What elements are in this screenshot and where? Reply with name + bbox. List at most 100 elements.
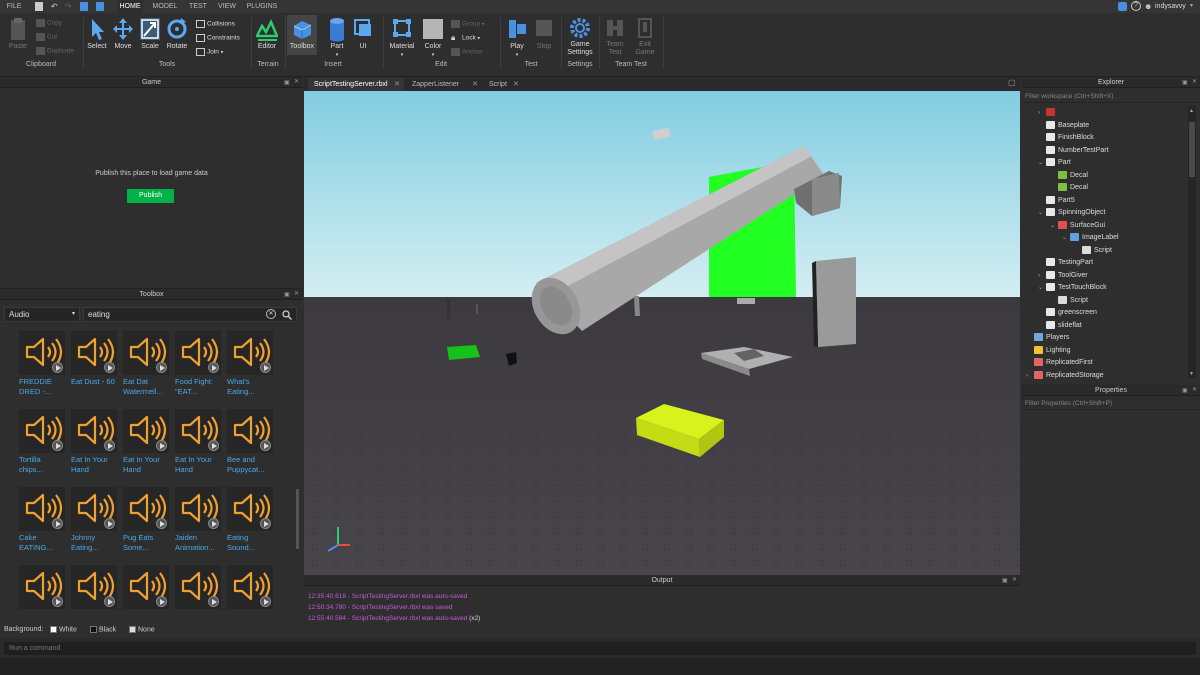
explorer-tree-item[interactable]: › ToolGiver (1038, 270, 1088, 282)
asset-name[interactable]: Bee and Puppycat... (227, 455, 277, 475)
username[interactable]: indysavvy (1155, 0, 1186, 13)
audio-asset-item[interactable]: What's Eating... (226, 331, 276, 407)
lock-button[interactable]: 🔒︎ Lock ▾ (451, 34, 480, 43)
explorer-tree-item[interactable]: Lighting (1026, 345, 1071, 357)
explorer-tree-item[interactable]: TestingPart (1038, 257, 1093, 269)
undo-icon[interactable]: ↶ (51, 2, 59, 11)
audio-asset-item[interactable] (70, 565, 120, 615)
close-icon[interactable]: ✕ (294, 78, 299, 85)
color-button[interactable]: Color ▾ (421, 16, 445, 59)
expand-arrow-icon[interactable]: ⌄ (1038, 207, 1046, 219)
preview-play-icon[interactable] (156, 362, 167, 373)
publish-button[interactable]: Publish (127, 189, 174, 203)
tab-home[interactable]: HOME (117, 0, 143, 13)
asset-name[interactable]: Eat Dat Watermell... (123, 377, 173, 397)
asset-name[interactable]: Jaiden Animation... (175, 533, 225, 553)
help-icon[interactable]: ? (1131, 1, 1141, 11)
constraints-toggle[interactable]: Constraints (196, 34, 240, 43)
redo-icon[interactable]: ↷ (65, 2, 73, 11)
expand-arrow-icon[interactable]: ⌄ (1038, 282, 1046, 294)
background-black-option[interactable]: Black (90, 626, 116, 633)
close-tab-icon[interactable]: ✕ (472, 78, 478, 91)
scroll-down-icon[interactable]: ▼ (1189, 371, 1194, 377)
expand-arrow-icon[interactable]: ⌄ (1050, 220, 1058, 232)
audio-asset-item[interactable] (18, 565, 68, 615)
audio-asset-item[interactable]: Eating Sound... (226, 487, 276, 563)
audio-asset-item[interactable]: Jaiden Animation... (174, 487, 224, 563)
explorer-tree-item[interactable]: NumberTestPart (1038, 145, 1109, 157)
collisions-toggle[interactable]: Collisions (196, 20, 235, 29)
ui-button[interactable]: UI (352, 16, 374, 51)
explorer-tree-item[interactable]: FinishBlock (1038, 132, 1094, 144)
tab-zapperlistener[interactable]: ZapperListener ✕ (406, 78, 482, 91)
material-button[interactable]: Material ▾ (388, 16, 416, 59)
team-test-button[interactable]: Team Test (602, 16, 628, 57)
menu-file[interactable]: FILE (4, 0, 24, 13)
distant-pole[interactable] (476, 304, 478, 314)
asset-name[interactable]: Food Fight: "EAT... (175, 377, 225, 397)
paste-button[interactable]: Paste (5, 16, 31, 51)
preview-play-icon[interactable] (104, 440, 115, 451)
audio-asset-item[interactable] (226, 565, 276, 615)
explorer-filter-input[interactable]: Filter workspace (Ctrl+Shift+X) (1022, 91, 1200, 103)
expand-arrow-icon[interactable]: › (1038, 270, 1046, 282)
close-icon[interactable]: ✕ (294, 290, 299, 297)
move-tool-button[interactable]: Move (111, 16, 135, 51)
audio-asset-item[interactable]: Johnny Eating... (70, 487, 120, 563)
expand-arrow-icon[interactable]: ⌄ (1038, 157, 1046, 169)
cut-button[interactable]: Cut (36, 33, 57, 42)
tab-test[interactable]: TEST (187, 0, 209, 13)
maximize-icon[interactable]: ▢ (1008, 78, 1016, 87)
search-input[interactable]: eating ✕ (83, 307, 297, 322)
audio-asset-item[interactable]: Pug Eats Some... (122, 487, 172, 563)
explorer-tree-item[interactable]: Script (1050, 295, 1088, 307)
preview-play-icon[interactable] (208, 362, 219, 373)
close-icon[interactable]: ✕ (1012, 576, 1017, 583)
explorer-tree-item[interactable]: Decal (1050, 170, 1088, 182)
expand-arrow-icon[interactable]: › (1026, 370, 1034, 382)
preview-play-icon[interactable] (208, 596, 219, 607)
explorer-tree-item[interactable]: ⌄ ImageLabel (1062, 232, 1119, 244)
preview-play-icon[interactable] (104, 362, 115, 373)
explorer-tree-item[interactable]: Part5 (1038, 195, 1075, 207)
explorer-tree-item[interactable]: › (1038, 107, 1058, 119)
tab-model[interactable]: MODEL (151, 0, 179, 13)
audio-asset-item[interactable]: Eat In Your Hand (174, 409, 224, 485)
new-file-icon[interactable] (35, 2, 43, 11)
explorer-tree-item[interactable]: ⌄ SurfaceGui (1050, 220, 1105, 232)
asset-name[interactable]: Pug Eats Some... (123, 533, 173, 553)
preview-play-icon[interactable] (52, 440, 63, 451)
play-button[interactable]: Play ▾ (504, 16, 530, 59)
explorer-tree-item[interactable]: ReplicatedFirst (1026, 357, 1093, 369)
preview-play-icon[interactable] (52, 596, 63, 607)
preview-play-icon[interactable] (104, 596, 115, 607)
explorer-tree-item[interactable]: Decal (1050, 182, 1088, 194)
asset-name[interactable]: Johnny Eating... (71, 533, 121, 553)
save-icon[interactable] (96, 2, 104, 11)
clear-search-icon[interactable]: ✕ (266, 309, 276, 319)
audio-asset-item[interactable]: Eat In Your Hand (122, 409, 172, 485)
audio-asset-item[interactable]: Tortilla chips... (18, 409, 68, 485)
preview-play-icon[interactable] (156, 596, 167, 607)
explorer-tree-item[interactable]: › ReplicatedStorage (1026, 370, 1104, 382)
select-tool-button[interactable]: Select (86, 16, 108, 51)
tab-scripttestingserver[interactable]: ScriptTestingServer.rbxl ✕ (308, 78, 404, 91)
asset-name[interactable]: Eat Dust - 60 (71, 377, 121, 397)
audio-asset-item[interactable]: Eat Dat Watermell... (122, 331, 172, 407)
preview-play-icon[interactable] (260, 518, 271, 529)
preview-play-icon[interactable] (52, 518, 63, 529)
audio-asset-item[interactable]: Eat In Your Hand (70, 409, 120, 485)
explorer-scrollbar-thumb[interactable] (1189, 122, 1195, 177)
preview-play-icon[interactable] (156, 440, 167, 451)
preview-play-icon[interactable] (156, 518, 167, 529)
dock-icon[interactable]: ▣ (1182, 387, 1188, 394)
rotate-tool-button[interactable]: Rotate (164, 16, 190, 51)
exit-game-button[interactable]: Exit Game (632, 16, 658, 57)
group-button[interactable]: Group ▾ (451, 20, 484, 29)
preview-play-icon[interactable] (208, 440, 219, 451)
asset-name[interactable]: Tortilla chips... (19, 455, 69, 475)
audio-asset-item[interactable]: FREDDIE DRED -... (18, 331, 68, 407)
scale-tool-button[interactable]: Scale (138, 16, 162, 51)
dock-icon[interactable]: ▣ (284, 291, 290, 298)
preview-play-icon[interactable] (208, 518, 219, 529)
